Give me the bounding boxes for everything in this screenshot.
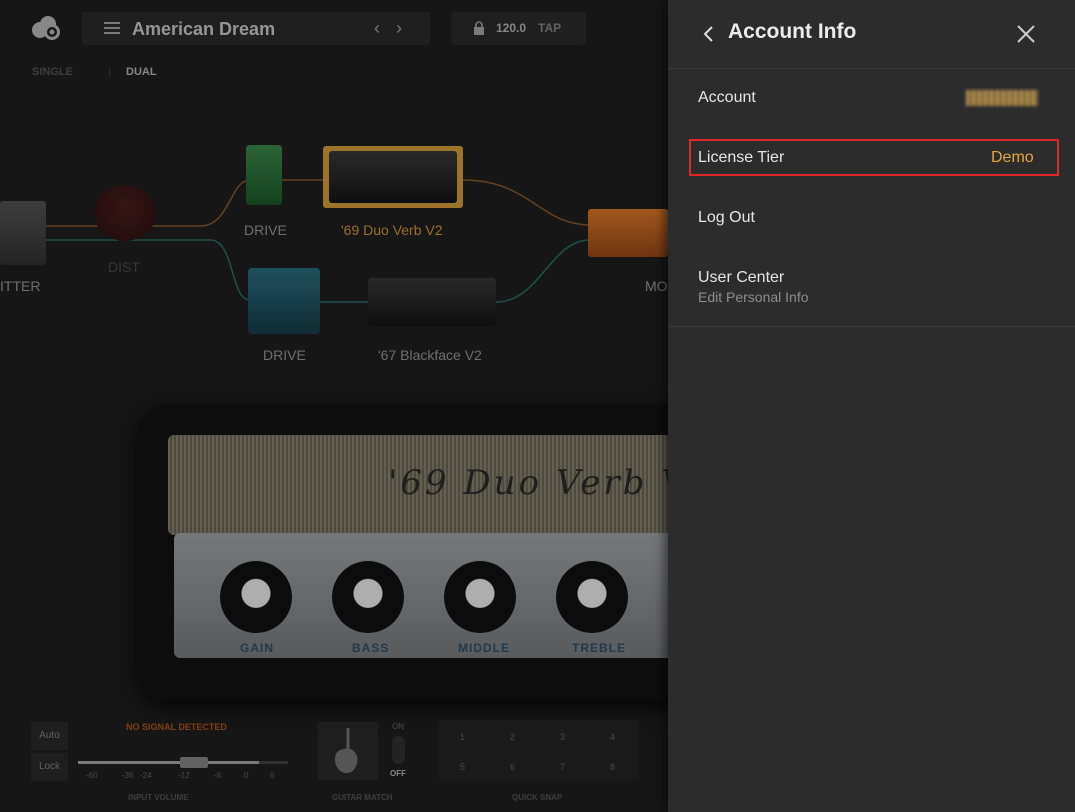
panel-title: Account Info — [728, 20, 857, 43]
panel-divider — [668, 326, 1075, 327]
panel-header: Account Info — [668, 0, 1075, 69]
user-center-sublabel: Edit Personal Info — [698, 289, 809, 305]
close-icon[interactable] — [1015, 23, 1037, 45]
license-tier-value: Demo — [991, 149, 1034, 166]
app-window: American Dream ‹ › 120.0 TAP SINGLE | DU… — [0, 0, 1075, 812]
logout-row[interactable]: Log Out — [698, 209, 755, 227]
account-name-redacted — [966, 90, 1038, 106]
chevron-left-icon[interactable] — [701, 22, 717, 46]
license-tier-label: License Tier — [698, 149, 785, 166]
account-row-label[interactable]: Account — [698, 89, 756, 107]
user-center-row[interactable]: User Center — [698, 269, 784, 287]
account-info-panel: Account Info Account License Tier Demo L… — [668, 0, 1075, 812]
